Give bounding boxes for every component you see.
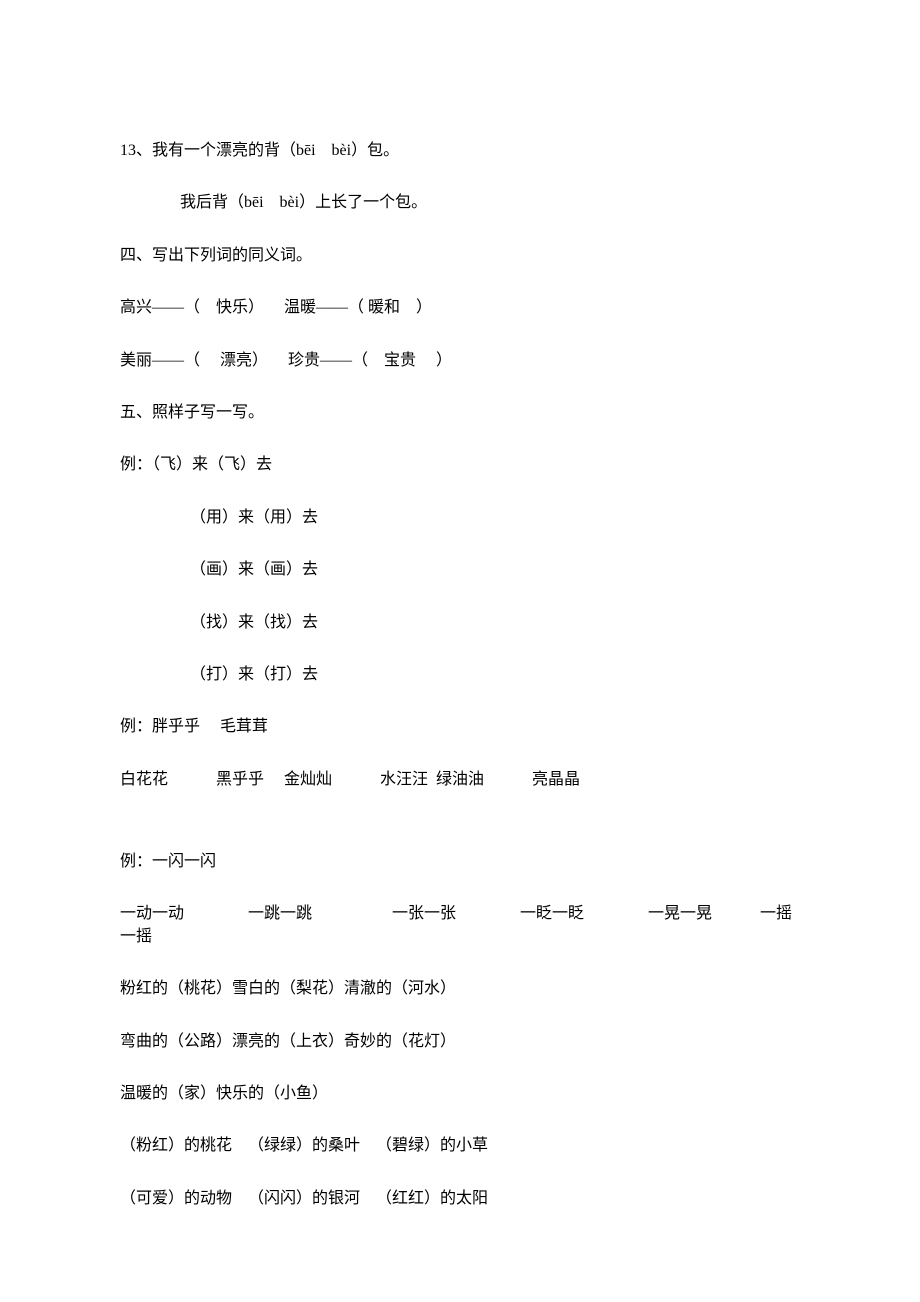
phrase-d1: 粉红的（桃花）雪白的（梨花）清澈的（河水）	[120, 978, 800, 1000]
pattern1-a3: （找）来（找）去	[120, 612, 800, 634]
synonym-line1: 高兴——（ 快乐） 温暖——（ 暖和 ）	[120, 297, 800, 319]
q13-line1: 13、我有一个漂亮的背（bēi bèi）包。	[120, 140, 800, 162]
q13-line2: 我后背（bēi bèi）上长了一个包。	[120, 192, 800, 214]
section5-title: 五、照样子写一写。	[120, 402, 800, 424]
phrase-d3: 温暖的（家）快乐的（小鱼）	[120, 1083, 800, 1105]
synonym-line2: 美丽——（ 漂亮） 珍贵——（ 宝贵 ）	[120, 350, 800, 372]
pattern1-a1: （用）来（用）去	[120, 507, 800, 529]
example2: 例：胖乎乎 毛茸茸	[120, 716, 800, 738]
section4-title: 四、写出下列词的同义词。	[120, 245, 800, 267]
phrase-d2: 弯曲的（公路）漂亮的（上衣）奇妙的（花灯）	[120, 1031, 800, 1053]
pattern3-c1: 一动一动 一跳一跳 一张一张 一眨一眨 一晃一晃 一摇一摇	[120, 903, 800, 948]
pattern1-a2: （画）来（画）去	[120, 559, 800, 581]
example3: 例：一闪一闪	[120, 851, 800, 873]
phrase-e2: （可爱）的动物 （闪闪）的银河 （红红）的太阳	[120, 1188, 800, 1210]
phrase-e1: （粉红）的桃花 （绿绿）的桑叶 （碧绿）的小草	[120, 1135, 800, 1157]
pattern1-a4: （打）来（打）去	[120, 664, 800, 686]
example1: 例：（飞）来（飞）去	[120, 454, 800, 476]
pattern2-b1: 白花花 黑乎乎 金灿灿 水汪汪 绿油油 亮晶晶	[120, 769, 800, 791]
